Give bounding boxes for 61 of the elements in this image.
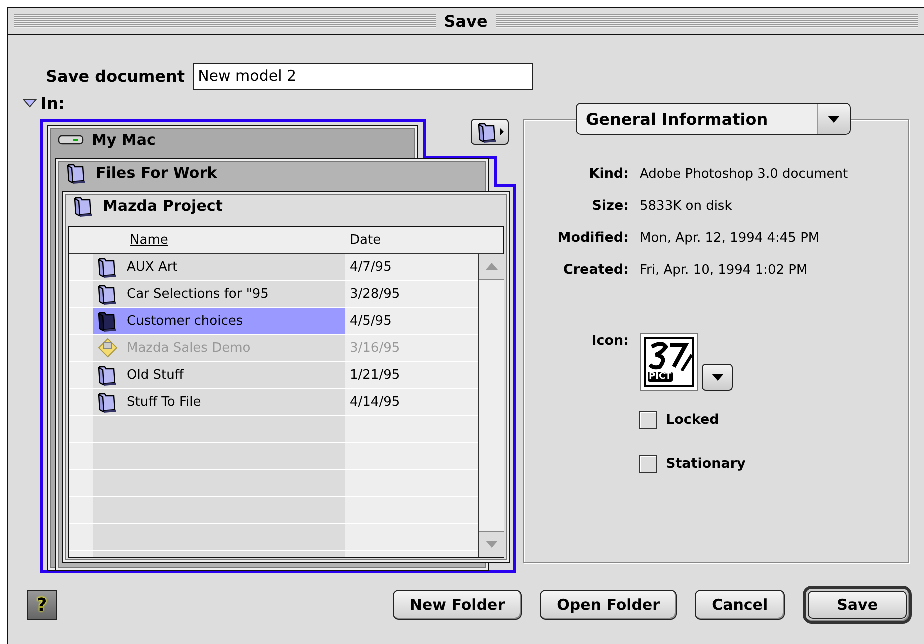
folder-title: Mazda Project — [103, 197, 223, 215]
icon-menu-button[interactable] — [702, 364, 733, 391]
folder-icon — [97, 283, 119, 305]
folder-title: Files For Work — [96, 164, 218, 182]
folder-title: My Mac — [92, 131, 156, 149]
file-row[interactable]: Stuff To File — [93, 389, 345, 415]
folder-icon — [476, 121, 498, 143]
checkbox-option[interactable]: Stationary — [639, 455, 746, 473]
file-name: Mazda Sales Demo — [127, 340, 251, 356]
file-name: Old Stuff — [127, 368, 184, 382]
file-date: 1/21/95 — [349, 368, 402, 382]
field-label: In: — [41, 94, 65, 112]
disclosure-triangle-icon[interactable] — [23, 97, 37, 109]
file-date: 4/14/95 — [349, 394, 402, 410]
caret-icon — [712, 374, 724, 381]
field-value: Adobe Photoshop 3.0 document — [640, 167, 848, 182]
field-label: Size: — [591, 198, 629, 214]
dialog-button[interactable]: Cancel — [695, 590, 786, 620]
checkbox[interactable] — [639, 455, 657, 473]
file-date: 3/16/95 — [349, 340, 402, 356]
file-name: Customer choices — [127, 314, 244, 328]
field-label: Icon: — [590, 333, 629, 351]
folder-icon — [73, 195, 95, 217]
field-label: Modified: — [556, 230, 629, 246]
document-icon[interactable]: PICT — [640, 333, 698, 391]
field-label: Created: — [562, 262, 629, 278]
column-header[interactable]: Name — [93, 232, 345, 248]
default-button[interactable]: Save — [803, 586, 912, 624]
caret-icon — [828, 116, 840, 122]
folder-icon — [66, 162, 88, 184]
dialog-button[interactable]: New Folder — [392, 590, 522, 620]
file-row[interactable]: Old Stuff — [93, 362, 345, 388]
field-value: Mon, Apr. 12, 1994 4:45 PM — [640, 231, 821, 246]
field-value: Fri, Apr. 10, 1994 1:02 PM — [640, 263, 809, 278]
file-name: Car Selections for "95 — [127, 286, 269, 302]
window-title: Save — [444, 12, 488, 30]
folder-menu-button[interactable] — [471, 119, 509, 145]
field-label: Save document — [46, 66, 186, 86]
folder-icon — [97, 256, 119, 278]
info-menu-button[interactable]: General Information — [576, 103, 851, 135]
column-header[interactable]: Date — [345, 232, 478, 248]
file-date: 4/7/95 — [349, 260, 393, 274]
file-name-field[interactable]: New model 2 — [193, 62, 534, 90]
field-value: 5833K on disk — [640, 199, 734, 214]
caret-icon — [500, 128, 504, 136]
field-label: Kind: — [588, 166, 629, 182]
help-button[interactable]: ? — [27, 590, 57, 620]
dialog-button[interactable]: Open Folder — [540, 590, 678, 620]
folder-icon — [97, 391, 119, 413]
file-row[interactable]: Customer choices — [93, 308, 345, 334]
file-name: AUX Art — [127, 260, 178, 274]
file-date: 3/28/95 — [349, 286, 402, 302]
file-row[interactable]: Car Selections for "95 — [93, 281, 345, 307]
file-row[interactable]: AUX Art — [93, 254, 345, 280]
folder-icon — [97, 310, 119, 332]
checkbox-option[interactable]: Locked — [639, 411, 746, 429]
folder-icon — [97, 364, 119, 386]
file-name: Stuff To File — [127, 394, 202, 410]
checkbox[interactable] — [639, 411, 657, 429]
application-icon — [97, 337, 119, 359]
file-date: 4/5/95 — [349, 314, 393, 328]
